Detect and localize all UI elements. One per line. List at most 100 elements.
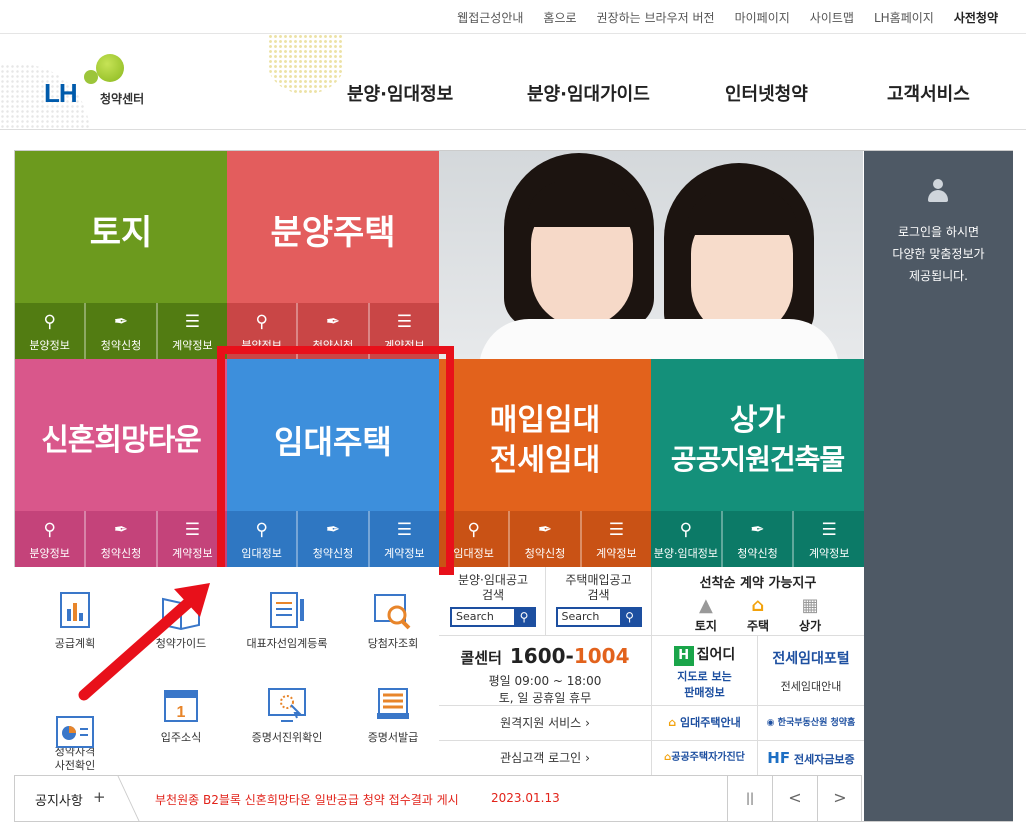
- first-come-house-label: 주택: [746, 619, 770, 633]
- first-come-panel: 선착순 계약 가능지구 ▲ 토지 ⌂ 주택 ▦ 상가: [651, 567, 864, 635]
- tile-newlywed-subrow: ⚲ 분양정보 ✒ 청약신청 ☰ 계약정보: [15, 511, 227, 567]
- call-center-line: 콜센터 1600-1004: [439, 644, 651, 668]
- tile-commercial-title2: 공공지원건축물: [670, 443, 845, 476]
- notice-pause-button[interactable]: ||: [727, 776, 772, 821]
- commercial-contract-button[interactable]: ☰ 계약정보: [792, 511, 864, 567]
- gnb-sale-rental-guide[interactable]: 분양·임대가이드: [527, 80, 725, 106]
- remote-support-link[interactable]: 원격지원 서비스 ›: [439, 705, 651, 740]
- interest-login-label: 관심고객 로그인: [500, 751, 582, 765]
- lh-logo[interactable]: LH 청약센터: [44, 50, 164, 110]
- tile-commercial[interactable]: 상가 공공지원건축물 ⚲ 분양·임대정보 ✒ 청약신청 ☰ 계약정보: [651, 359, 864, 567]
- quick-winner-lookup[interactable]: 당첨자조회: [340, 591, 446, 651]
- purchase-contract-button[interactable]: ☰ 계약정보: [579, 511, 651, 567]
- search-icon: ⚲: [679, 520, 693, 540]
- tile-land-subrow: ⚲ 분양정보 ✒ 청약신청 ☰ 계약정보: [15, 303, 227, 359]
- banner-applyhome[interactable]: ◉ 한국부동산원 청약홈: [757, 705, 864, 740]
- quick-cert-issue[interactable]: 증명서발급: [340, 685, 446, 745]
- pen-icon: ✒: [113, 312, 129, 332]
- notice-next-button[interactable]: >: [817, 776, 862, 821]
- land-sale-info-button[interactable]: ⚲ 분양정보: [15, 303, 84, 359]
- highlight-box: [217, 346, 454, 575]
- first-come-house[interactable]: ⌂ 주택: [747, 595, 769, 634]
- jeonse-portal-banner[interactable]: 전세임대포털 전세임대안내: [757, 635, 864, 705]
- main-header: LH 청약센터 분양·임대정보 분양·임대가이드 인터넷청약 고객서비스: [0, 34, 1026, 130]
- tile-purchase-rental[interactable]: 매입임대 전세임대 ⚲ 임대정보 ✒ 청약신청 ☰ 계약정보: [439, 359, 651, 567]
- notice-prev-button[interactable]: <: [772, 776, 817, 821]
- land-apply-label: 청약신청: [100, 339, 142, 352]
- tile-land[interactable]: 토지 ⚲ 분양정보 ✒ 청약신청 ☰ 계약정보: [15, 151, 227, 359]
- search2-placeholder: Search: [561, 610, 600, 623]
- banner-rental-guide[interactable]: ⌂ 임대주택안내: [651, 705, 757, 740]
- portal-title: 전세임대포털: [772, 651, 850, 667]
- notice-headline[interactable]: 부천원종 B2블록 신혼희망타운 일반공급 청약 접수결과 게시: [155, 791, 459, 808]
- quick-representative[interactable]: 대표자선임계등록: [234, 591, 340, 651]
- quick-cert-issue-label: 증명서발급: [367, 731, 419, 744]
- notice-more-button[interactable]: +: [93, 788, 106, 806]
- util-lh-home-link[interactable]: LH홈페이지: [874, 9, 934, 26]
- commercial-apply-button[interactable]: ✒ 청약신청: [720, 511, 793, 567]
- search-icon: ⚲: [255, 312, 268, 332]
- search1-input[interactable]: Search ⚲: [450, 607, 536, 627]
- purchase-apply-button[interactable]: ✒ 청약신청: [508, 511, 579, 567]
- first-come-commercial-label: 상가: [799, 619, 822, 633]
- util-sitemap-link[interactable]: 사이트맵: [810, 9, 854, 26]
- commercial-info-button[interactable]: ⚲ 분양·임대정보: [651, 511, 721, 567]
- first-come-land[interactable]: ▲ 토지: [695, 595, 717, 634]
- svg-text:1: 1: [177, 704, 186, 721]
- util-pre-subscription-link[interactable]: 사전청약: [954, 9, 998, 26]
- utility-bar: 웹접근성안내 홈으로 권장하는 브라우저 버전 마이페이지 사이트맵 LH홈페이…: [0, 0, 1026, 34]
- purchase-contract-label: 계약정보: [596, 547, 637, 560]
- call-number-b: 1004: [573, 644, 630, 668]
- pen-icon: ✒: [537, 520, 553, 540]
- land-sale-info-label: 분양정보: [29, 339, 70, 352]
- side-panel-message: 로그인을 하시면 다양한 맞춤정보가 제공됩니다.: [864, 221, 1013, 287]
- house-icon: ⌂: [668, 716, 677, 729]
- tile-purchase-title1: 매입임대: [489, 403, 601, 438]
- search2-line2: 검색: [587, 588, 610, 602]
- tile-purchase-title2: 전세임대: [489, 443, 601, 478]
- portal-sub: 전세임대안내: [780, 680, 842, 693]
- checklist-icon: ☰: [184, 312, 200, 332]
- util-home-link[interactable]: 홈으로: [543, 9, 576, 26]
- house-icon: ⌂: [751, 595, 765, 616]
- util-mypage-link[interactable]: 마이페이지: [735, 9, 790, 26]
- search-icon[interactable]: ⚲: [514, 609, 534, 625]
- purchase-info-label: 임대정보: [453, 547, 494, 560]
- newlywed-apply-button[interactable]: ✒ 청약신청: [84, 511, 155, 567]
- printer-icon: [371, 685, 415, 725]
- tile-newlywed[interactable]: 신혼희망타운 ⚲ 분양정보 ✒ 청약신청 ☰ 계약정보: [15, 359, 227, 567]
- banner-self-check[interactable]: ⌂공공주택자가진단: [651, 740, 757, 775]
- banner-deposit-guarantee[interactable]: HF 전세자금보증: [757, 740, 864, 775]
- util-accessibility-link[interactable]: 웹접근성안내: [457, 9, 523, 26]
- hf-logo-icon: HF: [767, 749, 791, 767]
- search1-line1: 분양·임대공고: [457, 573, 529, 587]
- banner-self-check-label: 공공주택자가진단: [671, 752, 745, 763]
- land-apply-button[interactable]: ✒ 청약신청: [84, 303, 155, 359]
- newlywed-info-label: 분양정보: [29, 547, 70, 560]
- zipeodi-banner[interactable]: H 집어디 지도로 보는 판매정보: [651, 635, 757, 705]
- interest-login-link[interactable]: 관심고객 로그인 ›: [439, 740, 651, 775]
- util-browser-link[interactable]: 권장하는 브라우저 버전: [597, 9, 715, 26]
- search-icon[interactable]: ⚲: [619, 609, 640, 625]
- chevron-right-icon: ›: [585, 751, 590, 765]
- remote-support-label: 원격지원 서비스: [500, 716, 582, 730]
- gnb-internet-subscription[interactable]: 인터넷청약: [725, 80, 887, 106]
- login-side-panel[interactable]: 로그인을 하시면 다양한 맞춤정보가 제공됩니다.: [864, 151, 1013, 821]
- magnifier-document-icon: [371, 591, 415, 631]
- decorative-dots-yellow: [268, 34, 344, 94]
- logo-subtitle: 청약센터: [100, 92, 145, 106]
- quick-representative-label: 대표자선임계등록: [246, 637, 328, 650]
- checklist-icon: ☰: [396, 312, 412, 332]
- gnb-sale-rental-info[interactable]: 분양·임대정보: [347, 80, 527, 106]
- notice-label[interactable]: 공지사항: [35, 790, 83, 809]
- search2-input[interactable]: Search ⚲: [555, 607, 642, 627]
- gnb-customer-service[interactable]: 고객서비스: [887, 80, 970, 106]
- commercial-apply-label: 청약신청: [737, 547, 778, 560]
- tile-sale-title: 분양주택: [270, 213, 396, 253]
- tile-sale-housing[interactable]: 분양주택 ⚲ 분양정보 ✒ 청약신청 ☰ 계약정보: [227, 151, 439, 359]
- first-come-commercial[interactable]: ▦ 상가: [799, 595, 821, 634]
- search-icon: ⚲: [43, 312, 56, 332]
- newlywed-info-button[interactable]: ⚲ 분양정보: [15, 511, 84, 567]
- monitor-cursor-icon: [265, 685, 309, 725]
- quick-cert-verify[interactable]: 증명서진위확인: [234, 685, 340, 745]
